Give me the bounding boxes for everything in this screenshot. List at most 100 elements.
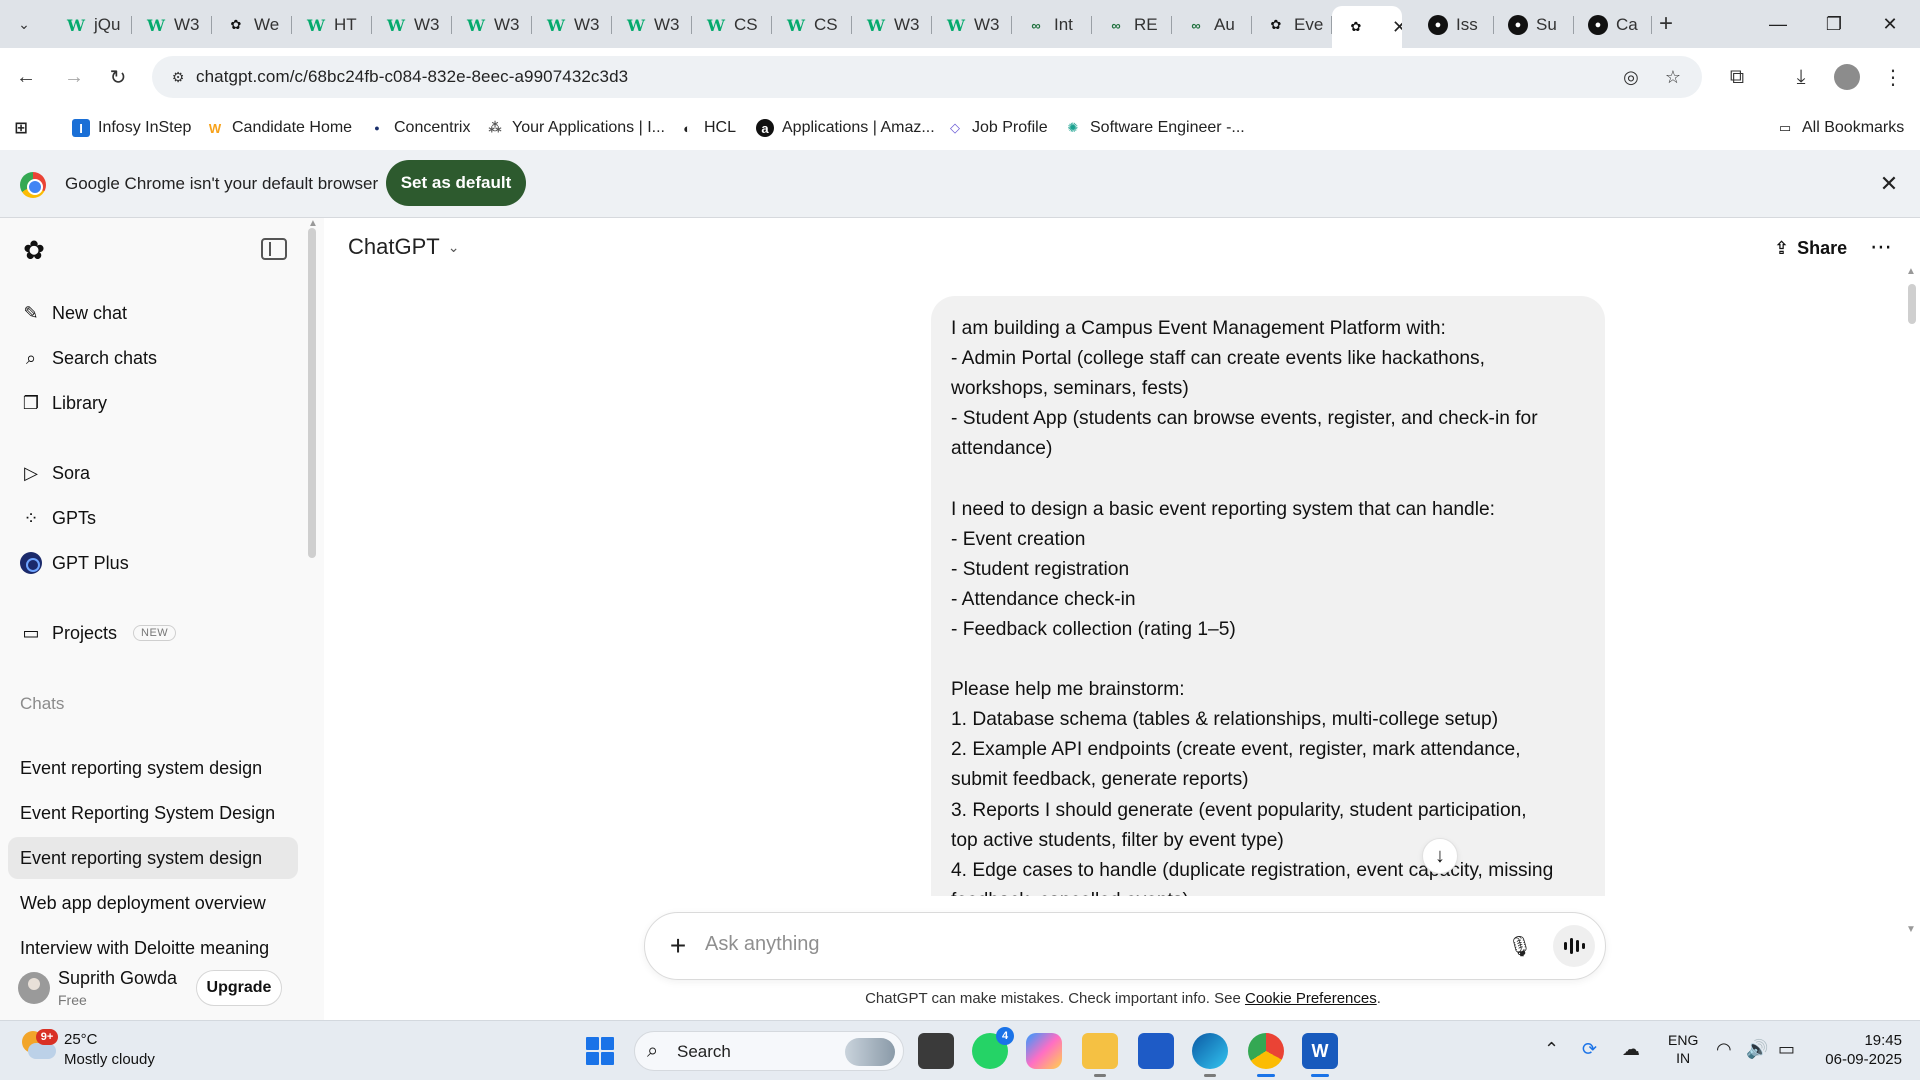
more-options-icon[interactable]: ⋯: [1870, 234, 1893, 260]
scroll-to-bottom-button[interactable]: ↓: [1422, 838, 1458, 874]
download-icon[interactable]: ⤓: [1786, 62, 1816, 92]
language-indicator[interactable]: ENG IN: [1668, 1031, 1698, 1067]
bookmark-item[interactable]: ● Concentrix: [368, 116, 470, 140]
tab[interactable]: W CS: [772, 6, 852, 44]
menu-kebab-icon[interactable]: ⋮: [1878, 62, 1908, 92]
tab[interactable]: W W3: [452, 6, 532, 44]
file-explorer-icon[interactable]: [1082, 1033, 1118, 1077]
add-attachment-icon[interactable]: +: [661, 929, 695, 963]
tab[interactable]: W W3: [132, 6, 212, 44]
upgrade-button[interactable]: Upgrade: [196, 970, 282, 1006]
reload-button[interactable]: ↻: [102, 61, 134, 93]
wifi-icon[interactable]: ◠: [1716, 1039, 1732, 1060]
tab[interactable]: ∞ RE: [1092, 6, 1172, 44]
openai-logo-icon[interactable]: ✿: [20, 235, 48, 265]
edge-icon[interactable]: [1192, 1033, 1228, 1077]
tab[interactable]: ✿ We: [212, 6, 292, 44]
prompt-input[interactable]: [705, 933, 1405, 956]
apps-grid-icon[interactable]: ⊞: [12, 116, 30, 140]
user-account[interactable]: Suprith Gowda Free Upgrade: [0, 958, 324, 1018]
tab[interactable]: WjQu: [52, 6, 132, 44]
voice-mode-button[interactable]: [1553, 925, 1595, 967]
chat-item[interactable]: Event reporting system design: [8, 747, 298, 789]
cookie-preferences-link[interactable]: Cookie Preferences: [1245, 990, 1377, 1007]
tab[interactable]: ✿ Eve: [1252, 6, 1332, 44]
sidebar-toggle-icon[interactable]: [261, 238, 287, 260]
weather-condition[interactable]: Mostly cloudy: [64, 1051, 155, 1068]
tab[interactable]: W W3: [852, 6, 932, 44]
chat-item[interactable]: Event Reporting System Design: [8, 792, 298, 834]
tab[interactable]: ● Ca: [1574, 6, 1652, 44]
set-as-default-button[interactable]: Set as default: [386, 160, 526, 206]
onedrive-offline-icon[interactable]: ☁: [1622, 1039, 1640, 1060]
sidebar-item-gpts[interactable]: ⁘ GPTs: [8, 497, 298, 539]
copilot-icon[interactable]: [1026, 1033, 1062, 1069]
share-button[interactable]: ⇪ Share: [1774, 238, 1847, 259]
avatar[interactable]: [18, 972, 50, 1004]
bookmark-item[interactable]: W Candidate Home: [206, 116, 352, 140]
weather-temp[interactable]: 25°C: [64, 1031, 98, 1048]
site-info-icon[interactable]: ⚙: [168, 67, 188, 87]
chat-item[interactable]: Web app deployment overview: [8, 882, 298, 924]
sidebar-item-library[interactable]: ❐ Library: [8, 382, 298, 424]
bookmark-item[interactable]: I Infosy InStep: [72, 116, 191, 140]
taskbar-search[interactable]: ⌕ Search: [634, 1031, 904, 1071]
tab[interactable]: ∞ Au: [1172, 6, 1252, 44]
tab-search-dropdown-icon[interactable]: ⌄: [11, 11, 37, 37]
tab[interactable]: W W3: [612, 6, 692, 44]
bookmark-item[interactable]: ✺ Software Engineer -...: [1064, 116, 1245, 140]
sidebar-item-projects[interactable]: ▭ Projects NEW: [8, 612, 298, 654]
sidebar-item-search-chats[interactable]: ⌕ Search chats: [8, 337, 298, 379]
tab-active[interactable]: ✿ ✕: [1332, 6, 1402, 48]
page-scrollbar[interactable]: [1908, 284, 1916, 324]
sidebar-item-gpt-plus[interactable]: GPT Plus: [8, 542, 298, 584]
tab[interactable]: W HT: [292, 6, 372, 44]
profile-avatar[interactable]: [1834, 64, 1860, 90]
close-tab-icon[interactable]: ✕: [1392, 17, 1402, 38]
url-text[interactable]: chatgpt.com/c/68bc24fb-c084-832e-8eec-a9…: [196, 67, 628, 87]
chevron-up-icon[interactable]: ⌃: [1544, 1039, 1559, 1060]
close-infobar-icon[interactable]: ✕: [1875, 170, 1903, 198]
minimize-button[interactable]: —: [1750, 0, 1806, 48]
sync-icon[interactable]: ⟳: [1582, 1039, 1597, 1060]
bookmark-item[interactable]: ◐ HCL: [678, 116, 736, 140]
chat-item-active[interactable]: Event reporting system design: [8, 837, 298, 879]
whatsapp-icon[interactable]: 4: [972, 1027, 1014, 1069]
tab[interactable]: ∞ Int: [1012, 6, 1092, 44]
battery-icon[interactable]: ▭: [1778, 1039, 1795, 1060]
sidebar-scrollbar[interactable]: [308, 228, 316, 558]
start-button[interactable]: [586, 1037, 614, 1065]
chrome-icon[interactable]: [1248, 1033, 1284, 1077]
bookmark-item[interactable]: ⁂ Your Applications | I...: [486, 116, 665, 140]
tab[interactable]: ● Iss: [1414, 6, 1494, 44]
word-icon[interactable]: W: [1302, 1033, 1338, 1077]
tab-label: W3: [574, 15, 600, 34]
back-button[interactable]: ←: [10, 61, 42, 93]
tab[interactable]: W W3: [932, 6, 1012, 44]
extensions-icon[interactable]: ⧉: [1722, 62, 1752, 92]
page-scroll-down[interactable]: ▼: [1906, 924, 1916, 935]
close-window-button[interactable]: ✕: [1862, 0, 1918, 48]
microphone-icon[interactable]: 🎙: [1505, 931, 1535, 961]
model-selector[interactable]: ChatGPT ⌄: [348, 234, 459, 260]
bookmark-item[interactable]: ◇ Job Profile: [946, 116, 1048, 140]
sidebar-item-sora[interactable]: ▷ Sora: [8, 452, 298, 494]
tab[interactable]: ● Su: [1494, 6, 1574, 44]
restore-button[interactable]: ❐: [1806, 0, 1862, 48]
tracking-protection-icon[interactable]: ◎: [1620, 66, 1642, 88]
address-bar[interactable]: ⚙ chatgpt.com/c/68bc24fb-c084-832e-8eec-…: [152, 56, 1702, 98]
tab[interactable]: W W3: [532, 6, 612, 44]
sidebar-item-new-chat[interactable]: ✎ New chat: [8, 292, 298, 334]
bookmark-star-icon[interactable]: ☆: [1662, 66, 1684, 88]
forward-button[interactable]: →: [58, 61, 90, 93]
microsoft-store-icon[interactable]: [1138, 1033, 1174, 1069]
tab[interactable]: W W3: [372, 6, 452, 44]
clock[interactable]: 19:45 06-09-2025: [1818, 1031, 1902, 1069]
volume-icon[interactable]: 🔊: [1746, 1039, 1768, 1060]
tab[interactable]: W CS: [692, 6, 772, 44]
bookmark-item[interactable]: a Applications | Amaz...: [756, 116, 935, 140]
page-scroll-up[interactable]: ▲: [1906, 266, 1916, 277]
new-tab-button[interactable]: +: [1652, 10, 1680, 38]
all-bookmarks[interactable]: ▭ All Bookmarks: [1776, 116, 1904, 140]
task-view-icon[interactable]: [918, 1033, 954, 1069]
